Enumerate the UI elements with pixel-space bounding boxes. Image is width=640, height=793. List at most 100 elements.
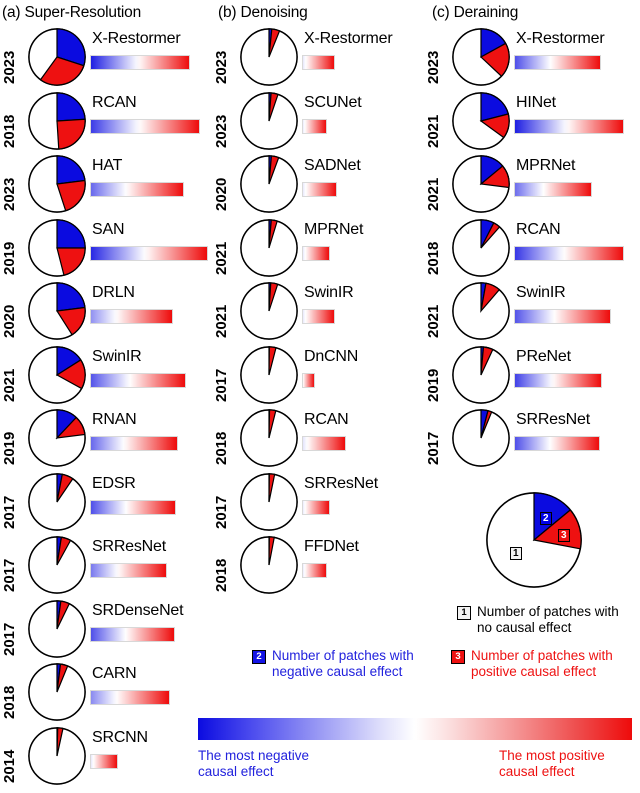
legend-marker-chip: 2: [252, 650, 266, 664]
pie-chart: [240, 536, 298, 594]
year-label: 2021: [213, 241, 230, 275]
model-name: HAT: [92, 157, 123, 174]
legend-entry-text: Number of patches with negative causal e…: [272, 648, 414, 679]
pie-chart: [28, 28, 86, 86]
pie-chart: [452, 91, 510, 150]
model-name: SwinIR: [516, 284, 566, 301]
pie-chart: [28, 345, 86, 404]
causal-effect-colorbar: [90, 753, 118, 769]
year-label: 2021: [1, 368, 18, 402]
legend-entry-text: Number of patches with no causal effect: [477, 604, 619, 635]
legend-marker-chip: 3: [451, 650, 465, 664]
year-label: 2023: [1, 177, 18, 211]
causal-effect-colorbar: [302, 118, 327, 134]
pie-chart: [240, 282, 298, 340]
colorbar-negative-label: The most negative causal effect: [198, 748, 310, 779]
pie-chart: [452, 345, 510, 404]
legend-entry-negative: 2 Number of patches with negative causal …: [252, 648, 427, 680]
year-label: 2017: [1, 622, 18, 656]
pie-chart: [452, 282, 510, 340]
model-name: X-Restormer: [516, 30, 605, 47]
model-name: SAN: [92, 220, 125, 238]
pie-chart: [240, 218, 298, 277]
pie-chart: [452, 28, 510, 86]
legend-marker-chip: 1: [457, 606, 471, 620]
model-name: SRResNet: [516, 411, 590, 428]
causal-effect-colorbar: [90, 55, 190, 70]
year-label: 2018: [425, 241, 442, 275]
year-label: 2018: [1, 685, 18, 719]
causal-effect-colorbar: [90, 182, 184, 197]
column-title-c: (c) Deraining: [432, 4, 519, 21]
model-name: RCAN: [304, 411, 349, 428]
model-name: DnCNN: [304, 347, 359, 365]
year-label: 2017: [1, 558, 18, 592]
model-name: SRResNet: [92, 538, 166, 555]
pie-chart: [240, 409, 298, 467]
pie-chart: [240, 28, 298, 86]
model-name: X-Restormer: [92, 30, 181, 47]
legend-pie-marker-negative: 2: [540, 512, 552, 525]
legend-entry-text: Number of patches with positive causal e…: [471, 648, 613, 679]
pie-chart: [28, 91, 86, 150]
model-name: RCAN: [92, 93, 137, 111]
pie-chart: [28, 472, 86, 531]
year-label: 2021: [425, 114, 442, 148]
year-label: 2017: [213, 368, 230, 402]
model-name: SRResNet: [304, 474, 378, 492]
model-name: SRCNN: [92, 728, 148, 746]
legend-pie-marker-positive: 3: [558, 529, 570, 542]
year-label: 2023: [213, 114, 230, 148]
legend-entry-positive: 3 Number of patches with positive causal …: [451, 648, 636, 680]
model-name: HINet: [516, 93, 556, 111]
pie-chart: [240, 91, 298, 150]
year-label: 2014: [1, 749, 18, 783]
year-label: 2017: [425, 431, 442, 465]
pie-chart: [28, 726, 86, 785]
figure-canvas: (a) Super-Resolution 2023 X-Restormer 2018 R…: [0, 0, 640, 793]
model-name: SwinIR: [92, 347, 142, 365]
causal-effect-colorbar: [302, 372, 315, 388]
pie-chart: [28, 218, 86, 277]
model-name: FFDNet: [304, 538, 359, 555]
causal-effect-colorbar: [90, 626, 175, 642]
year-label: 2019: [1, 431, 18, 465]
legend-entry-no-effect: 1 Number of patches with no causal effect: [457, 604, 637, 636]
pie-chart: [240, 472, 298, 531]
causal-effect-colorbar: [90, 690, 170, 705]
causal-effect-colorbar: [514, 55, 601, 70]
pie-chart: [28, 409, 86, 467]
pie-chart: [28, 536, 86, 594]
year-label: 2017: [1, 495, 18, 529]
column-title-a: (a) Super-Resolution: [2, 4, 142, 21]
causal-effect-colorbar: [514, 245, 624, 261]
model-name: RCAN: [516, 220, 561, 238]
model-name: SADNet: [304, 157, 361, 174]
causal-effect-colorbar: [514, 372, 602, 388]
year-label: 2021: [425, 304, 442, 338]
model-name: MPRNet: [516, 157, 576, 174]
causal-effect-colorbar: [302, 182, 337, 197]
year-label: 2018: [1, 114, 18, 148]
causal-effect-colorbar: [90, 436, 178, 451]
causal-effect-colorbar: [90, 372, 186, 388]
model-name: PReNet: [516, 347, 571, 365]
year-label: 2020: [213, 177, 230, 211]
causal-effect-colorbar: [90, 563, 167, 578]
model-name: CARN: [92, 665, 137, 682]
causal-effect-colorbar: [90, 309, 173, 324]
year-label: 2018: [213, 431, 230, 465]
year-label: 2018: [213, 558, 230, 592]
model-name: SRDenseNet: [92, 601, 184, 619]
column-title-b: (b) Denoising: [218, 4, 308, 21]
model-name: RNAN: [92, 411, 137, 428]
pie-chart: [28, 155, 86, 213]
causal-effect-colorbar: [90, 245, 208, 261]
causal-effect-colorbar: [90, 499, 176, 515]
model-name: SwinIR: [304, 284, 354, 301]
year-label: 2021: [425, 177, 442, 211]
pie-chart: [240, 345, 298, 404]
pie-chart: [28, 282, 86, 340]
causal-effect-colorbar: [302, 55, 335, 70]
causal-effect-colorbar: [302, 245, 330, 261]
